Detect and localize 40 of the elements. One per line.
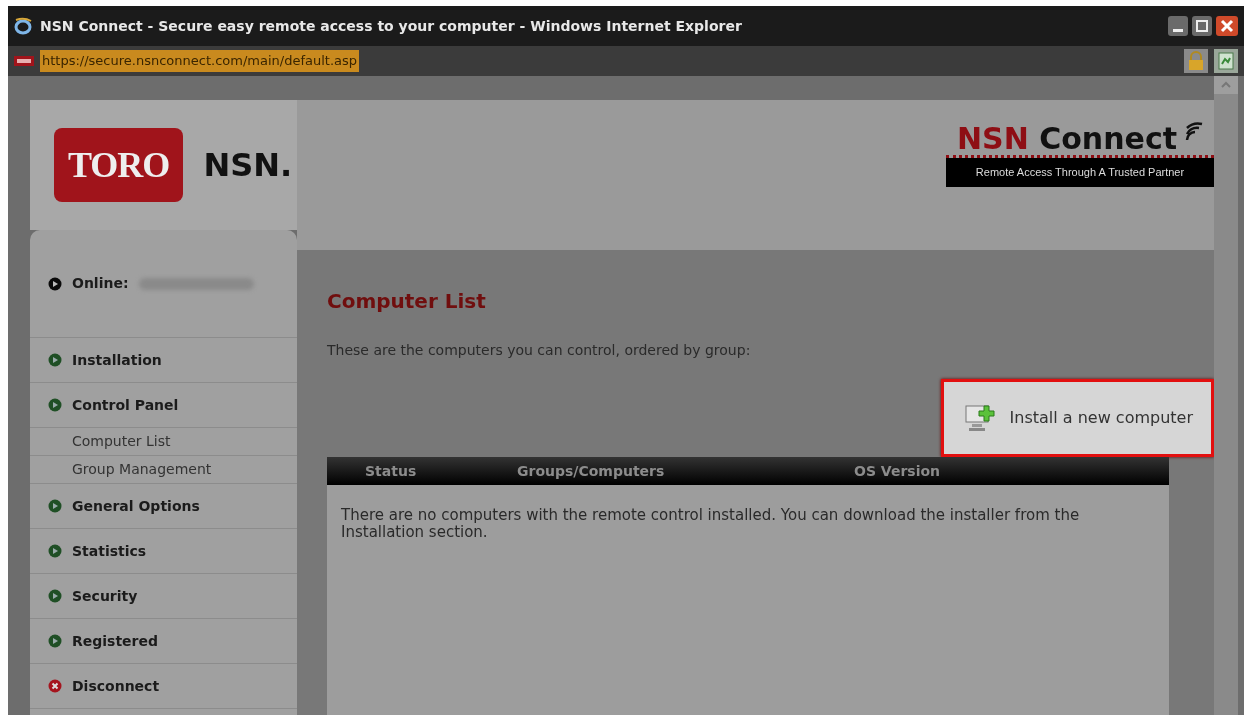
logo-text: NSN. bbox=[203, 145, 293, 186]
tagline: Remote Access Through A Trusted Partner bbox=[946, 158, 1214, 187]
play-icon bbox=[48, 634, 62, 648]
close-icon bbox=[48, 679, 62, 693]
sidebar-item[interactable]: Registered bbox=[72, 630, 159, 652]
column-header[interactable]: OS Version bbox=[854, 460, 941, 482]
sidebar-item[interactable]: Security bbox=[72, 585, 138, 607]
maximize-icon bbox=[1192, 16, 1212, 36]
play-icon bbox=[48, 276, 62, 291]
computer-add-icon bbox=[963, 402, 996, 434]
sidebar-item[interactable]: Control Panel bbox=[72, 394, 179, 416]
sidebar-item[interactable]: Online: bbox=[72, 273, 129, 294]
padlock-icon bbox=[1184, 49, 1208, 73]
play-icon bbox=[48, 544, 62, 558]
install-button[interactable]: Install a new computer bbox=[940, 379, 1214, 457]
play-icon bbox=[48, 398, 62, 412]
sidebar-item[interactable]: Computer List bbox=[72, 431, 171, 452]
column-header[interactable]: Groups/Computers bbox=[517, 460, 854, 482]
page-heading: Computer List bbox=[327, 288, 487, 315]
empty-message: There are no computers with the remote control installed. You can download the installer from the Installation section. bbox=[340, 505, 1081, 544]
sidebar-item[interactable]: Disconnect bbox=[72, 675, 160, 697]
sidebar-item[interactable]: Installation bbox=[72, 349, 162, 371]
sidebar-item[interactable]: Statistics bbox=[72, 540, 147, 562]
play-icon bbox=[48, 353, 62, 367]
logo-badge: TORO bbox=[54, 128, 184, 202]
sidebar-item[interactable]: Group Management bbox=[72, 459, 212, 480]
window-title: NSN Connect - Secure easy remote access to your computer - Windows Internet Explorer bbox=[40, 16, 743, 36]
sidebar-item[interactable]: General Options bbox=[72, 495, 200, 517]
page-icon bbox=[1214, 49, 1238, 73]
description-text: These are the computers you can control, ordered by group: bbox=[327, 341, 752, 360]
play-icon bbox=[48, 589, 62, 603]
address-field[interactable]: https://secure.nsnconnect.com/main/default.asp bbox=[40, 50, 360, 72]
column-header[interactable]: Status bbox=[327, 460, 517, 482]
site-favicon-icon bbox=[14, 56, 34, 66]
play-icon bbox=[48, 499, 62, 513]
minimize-icon bbox=[1168, 16, 1188, 36]
close-icon bbox=[1216, 16, 1238, 36]
browser-logo-icon bbox=[14, 17, 32, 35]
brand-logo-text: NSN Connect bbox=[956, 122, 1178, 155]
scrollbar[interactable] bbox=[1214, 76, 1238, 715]
